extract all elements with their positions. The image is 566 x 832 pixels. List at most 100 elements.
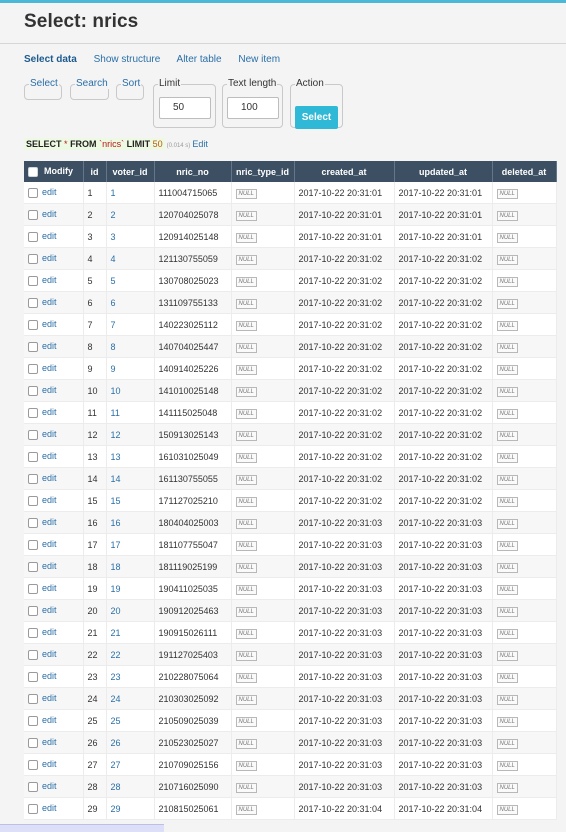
voter-id-link[interactable]: 19 bbox=[106, 577, 155, 600]
row-checkbox[interactable] bbox=[28, 363, 38, 374]
edit-link[interactable]: edit bbox=[42, 473, 57, 483]
edit-link[interactable]: edit bbox=[42, 209, 57, 219]
col-header-created-at[interactable]: created_at bbox=[294, 161, 395, 182]
voter-id-link[interactable]: 5 bbox=[106, 269, 155, 292]
row-checkbox[interactable] bbox=[28, 319, 38, 330]
select-columns-link[interactable]: Select bbox=[29, 78, 59, 89]
voter-id-link[interactable]: 12 bbox=[106, 423, 155, 446]
edit-link[interactable]: edit bbox=[42, 253, 57, 263]
edit-link[interactable]: edit bbox=[42, 737, 57, 747]
voter-id-link[interactable]: 3 bbox=[106, 225, 155, 248]
row-checkbox[interactable] bbox=[28, 253, 38, 264]
voter-id-link[interactable]: 15 bbox=[106, 489, 155, 512]
row-checkbox[interactable] bbox=[28, 693, 38, 704]
voter-id-link[interactable]: 9 bbox=[106, 357, 155, 380]
voter-id-link[interactable]: 21 bbox=[106, 621, 155, 644]
nav-select-data[interactable]: Select data bbox=[24, 54, 77, 65]
row-checkbox[interactable] bbox=[28, 715, 38, 726]
row-checkbox[interactable] bbox=[28, 451, 38, 462]
row-checkbox[interactable] bbox=[28, 803, 38, 814]
col-header-nric-type-id[interactable]: nric_type_id bbox=[231, 161, 295, 182]
edit-link[interactable]: edit bbox=[42, 781, 57, 791]
row-checkbox[interactable] bbox=[28, 473, 38, 484]
edit-link[interactable]: edit bbox=[42, 803, 57, 813]
col-header-updated-at[interactable]: updated_at bbox=[394, 161, 493, 182]
voter-id-link[interactable]: 11 bbox=[106, 401, 155, 424]
limit-input[interactable]: 50 bbox=[159, 97, 211, 119]
edit-link[interactable]: edit bbox=[42, 429, 57, 439]
row-checkbox[interactable] bbox=[28, 583, 38, 594]
row-checkbox[interactable] bbox=[28, 561, 38, 572]
col-header-voter-id[interactable]: voter_id bbox=[106, 161, 155, 182]
row-checkbox[interactable] bbox=[28, 781, 38, 792]
select-columns-fieldset[interactable]: Select bbox=[24, 78, 62, 100]
edit-link[interactable]: edit bbox=[42, 517, 57, 527]
sort-fieldset[interactable]: Sort bbox=[116, 78, 144, 100]
row-checkbox[interactable] bbox=[28, 627, 38, 638]
edit-link[interactable]: edit bbox=[42, 297, 57, 307]
edit-link[interactable]: edit bbox=[42, 583, 57, 593]
row-checkbox[interactable] bbox=[28, 341, 38, 352]
row-checkbox[interactable] bbox=[28, 539, 38, 550]
row-checkbox[interactable] bbox=[28, 517, 38, 528]
select-button[interactable]: Select bbox=[295, 106, 338, 129]
row-checkbox[interactable] bbox=[28, 231, 38, 242]
edit-link[interactable]: edit bbox=[42, 539, 57, 549]
edit-query-link[interactable]: Edit bbox=[192, 139, 208, 149]
search-link[interactable]: Search bbox=[75, 78, 109, 89]
row-checkbox[interactable] bbox=[28, 187, 38, 198]
edit-link[interactable]: edit bbox=[42, 385, 57, 395]
row-checkbox[interactable] bbox=[28, 649, 38, 660]
row-checkbox[interactable] bbox=[28, 275, 38, 286]
row-checkbox[interactable] bbox=[28, 385, 38, 396]
edit-link[interactable]: edit bbox=[42, 627, 57, 637]
voter-id-link[interactable]: 10 bbox=[106, 379, 155, 402]
edit-link[interactable]: edit bbox=[42, 275, 57, 285]
edit-link[interactable]: edit bbox=[42, 341, 57, 351]
search-fieldset[interactable]: Search bbox=[70, 78, 109, 100]
edit-link[interactable]: edit bbox=[42, 231, 57, 241]
voter-id-link[interactable]: 22 bbox=[106, 643, 155, 666]
col-header-deleted-at[interactable]: deleted_at bbox=[492, 161, 557, 182]
voter-id-link[interactable]: 16 bbox=[106, 511, 155, 534]
row-checkbox[interactable] bbox=[28, 671, 38, 682]
edit-link[interactable]: edit bbox=[42, 319, 57, 329]
voter-id-link[interactable]: 25 bbox=[106, 709, 155, 732]
col-header-id[interactable]: id bbox=[83, 161, 107, 182]
edit-link[interactable]: edit bbox=[42, 715, 57, 725]
row-checkbox[interactable] bbox=[28, 495, 38, 506]
edit-link[interactable]: edit bbox=[42, 187, 57, 197]
voter-id-link[interactable]: 7 bbox=[106, 313, 155, 336]
voter-id-link[interactable]: 29 bbox=[106, 797, 155, 820]
nav-alter-table[interactable]: Alter table bbox=[177, 54, 222, 65]
row-checkbox[interactable] bbox=[28, 759, 38, 770]
col-header-nric-no[interactable]: nric_no bbox=[154, 161, 232, 182]
voter-id-link[interactable]: 6 bbox=[106, 291, 155, 314]
edit-link[interactable]: edit bbox=[42, 561, 57, 571]
voter-id-link[interactable]: 28 bbox=[106, 775, 155, 798]
voter-id-link[interactable]: 8 bbox=[106, 335, 155, 358]
voter-id-link[interactable]: 26 bbox=[106, 731, 155, 754]
edit-link[interactable]: edit bbox=[42, 693, 57, 703]
voter-id-link[interactable]: 20 bbox=[106, 599, 155, 622]
edit-link[interactable]: edit bbox=[42, 671, 57, 681]
edit-link[interactable]: edit bbox=[42, 605, 57, 615]
row-checkbox[interactable] bbox=[28, 209, 38, 220]
sort-link[interactable]: Sort bbox=[121, 78, 142, 89]
edit-link[interactable]: edit bbox=[42, 649, 57, 659]
voter-id-link[interactable]: 23 bbox=[106, 665, 155, 688]
voter-id-link[interactable]: 17 bbox=[106, 533, 155, 556]
voter-id-link[interactable]: 14 bbox=[106, 467, 155, 490]
col-header-modify[interactable]: Modify bbox=[24, 161, 84, 182]
voter-id-link[interactable]: 18 bbox=[106, 555, 155, 578]
voter-id-link[interactable]: 2 bbox=[106, 203, 155, 226]
edit-link[interactable]: edit bbox=[42, 759, 57, 769]
row-checkbox[interactable] bbox=[28, 297, 38, 308]
nav-new-item[interactable]: New item bbox=[238, 54, 280, 65]
row-checkbox[interactable] bbox=[28, 429, 38, 440]
text-length-input[interactable]: 100 bbox=[227, 97, 279, 119]
voter-id-link[interactable]: 13 bbox=[106, 445, 155, 468]
row-checkbox[interactable] bbox=[28, 737, 38, 748]
voter-id-link[interactable]: 27 bbox=[106, 753, 155, 776]
select-all-checkbox[interactable] bbox=[28, 166, 38, 177]
